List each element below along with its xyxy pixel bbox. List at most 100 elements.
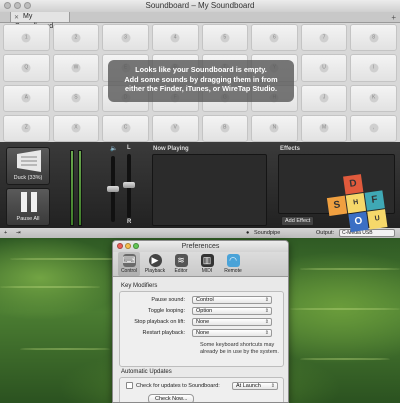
add-effect-button[interactable]: Add Effect [281,216,315,226]
pause-all-button[interactable]: Pause All [6,188,50,226]
check-updates-checkbox[interactable] [126,382,133,389]
key-label: K [369,93,379,103]
note-square: S [326,195,348,216]
fader-right-label: R [127,219,132,225]
sound-slot[interactable]: M [300,114,348,142]
tab-label: Playback [144,268,166,274]
empty-message-line: Looks like your Soundboard is empty. [135,65,267,74]
tab-playback[interactable]: ▶ Playback [144,252,166,276]
key-label: 8 [369,33,379,43]
row-label: Toggle looping: [147,308,185,314]
key-label: 2 [71,33,81,43]
minimize-button[interactable] [14,2,21,9]
tab-label: Editor [174,268,188,274]
duck-button[interactable]: Duck (33%) [6,147,50,185]
toggle-looping-select[interactable]: Option [192,307,272,315]
sound-slot[interactable]: S [52,84,100,112]
wallpaper-terrace [300,268,400,270]
pause-sound-select[interactable]: Control [192,296,272,304]
empty-message-line: either the Finder, iTunes, or WireTap St… [124,84,278,93]
key-label: V [170,123,180,133]
wallpaper-terrace [0,286,100,288]
sound-slot[interactable]: N [251,114,298,142]
sound-slot[interactable]: A [3,84,50,112]
updates-group: Check for updates to Soundboard: At Laun… [119,377,284,402]
window-title: Soundboard – My Soundboard [145,1,255,10]
sound-slot[interactable]: 1 [3,24,50,52]
sound-slot[interactable]: 8 [350,24,397,52]
key-label: , [369,123,379,133]
sound-slot[interactable]: Q [3,54,50,82]
key-label: 7 [319,33,329,43]
tab-remote[interactable]: ◠ Remote [222,252,244,276]
close-button[interactable] [117,243,123,249]
tab-my-soundboard[interactable]: ✕ My Soundboard [10,12,70,30]
sound-slot[interactable]: B [201,114,249,142]
check-frequency-select[interactable]: At Launch [232,382,278,390]
key-label: B [220,123,230,133]
sound-slot[interactable]: 6 [251,24,298,52]
sound-slot[interactable]: Z [3,114,50,142]
window-controls [4,2,31,9]
level-meter-right [78,150,82,226]
key-label: 4 [170,33,180,43]
sound-slot[interactable]: 2 [52,24,100,52]
pause-icon [21,192,37,212]
tab-editor[interactable]: ≋ Editor [170,252,192,276]
duck-icon [17,150,41,172]
stop-playback-select[interactable]: None [192,318,272,326]
preferences-title: Preferences [181,243,220,250]
tab-label: Control [120,268,138,274]
key-label: Z [21,123,31,133]
preferences-window-controls [117,243,139,249]
key-label: Q [21,63,31,73]
add-tab-button[interactable]: + [391,12,396,23]
tab-control[interactable]: ⌨ Control [118,252,140,276]
key-label: 1 [21,33,31,43]
sound-slot[interactable]: I [350,54,397,82]
preferences-toolbar: ⌨ Control ▶ Playback ≋ Editor ▥ MIDI ◠ R… [113,252,288,277]
action-icon[interactable]: ⇥ [16,228,21,238]
level-meter-left [70,150,74,226]
zoom-button[interactable] [24,2,31,9]
sound-slot[interactable]: C [102,114,149,142]
sound-slot[interactable]: 3 [102,24,149,52]
sound-slot[interactable]: , [350,114,397,142]
note-square: D [343,174,364,195]
check-now-button[interactable]: Check Now... [148,394,195,402]
sound-slot[interactable]: 5 [201,24,249,52]
key-label: 6 [269,33,279,43]
updates-title: Automatic Updates [121,369,172,375]
note-square: U [367,209,388,230]
play-icon: ▶ [148,254,162,267]
check-updates-label: Check for updates to Soundboard: [136,383,220,389]
pause-all-label: Pause All [16,216,40,222]
sound-slot[interactable]: 7 [300,24,348,52]
empty-soundboard-message: Looks like your Soundboard is empty. Add… [108,60,294,102]
tab-bar: ✕ My Soundboard + [0,12,400,30]
sound-slot[interactable]: W [52,54,100,82]
key-label: A [21,93,31,103]
now-playing-area[interactable] [152,154,267,226]
sound-slot[interactable]: K [350,84,397,112]
sound-slot[interactable]: 4 [151,24,199,52]
sound-slot[interactable]: X [52,114,100,142]
zoom-button[interactable] [133,243,139,249]
row-label: Pause sound: [151,297,185,303]
close-button[interactable] [4,2,11,9]
key-label: U [319,63,329,73]
key-modifiers-group: Pause sound: Control Toggle looping: Opt… [119,291,284,367]
tab-close-icon[interactable]: ✕ [14,13,19,23]
sound-slot[interactable]: U [300,54,348,82]
sound-slot[interactable]: J [300,84,348,112]
balance-slider-knob[interactable] [123,182,135,188]
waveform-icon: ≋ [174,254,188,267]
sound-slot[interactable]: V [151,114,199,142]
restart-playback-select[interactable]: None [192,329,272,337]
tab-midi[interactable]: ▥ MIDI [196,252,218,276]
tab-label: Remote [224,268,242,274]
volume-slider-knob[interactable] [107,186,119,192]
preferences-titlebar: Preferences [113,241,288,252]
minimize-button[interactable] [125,243,131,249]
add-icon[interactable]: + [4,228,7,238]
